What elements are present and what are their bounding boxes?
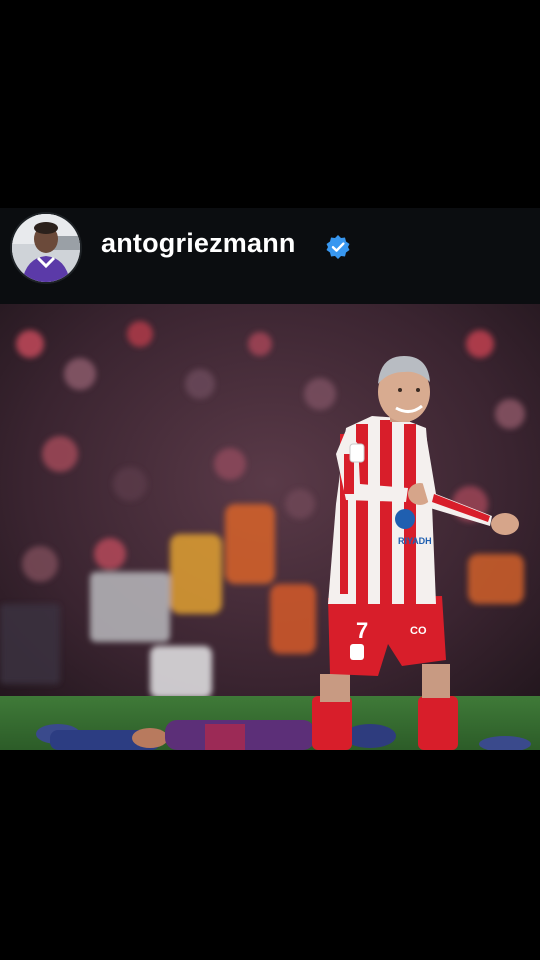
avatar-image xyxy=(12,214,80,282)
shirt-sponsor-text: RIYADH xyxy=(398,536,432,546)
shirt-number: 7 xyxy=(356,618,368,643)
post-photo[interactable]: RIYADH 7 CO xyxy=(0,304,540,750)
username[interactable]: antogriezmann xyxy=(101,228,296,259)
player-celebrating-photo: RIYADH 7 CO xyxy=(0,304,540,750)
shorts-sponsor-text: CO xyxy=(410,625,427,637)
profile-avatar[interactable] xyxy=(12,214,80,282)
verified-badge-icon xyxy=(325,234,351,260)
